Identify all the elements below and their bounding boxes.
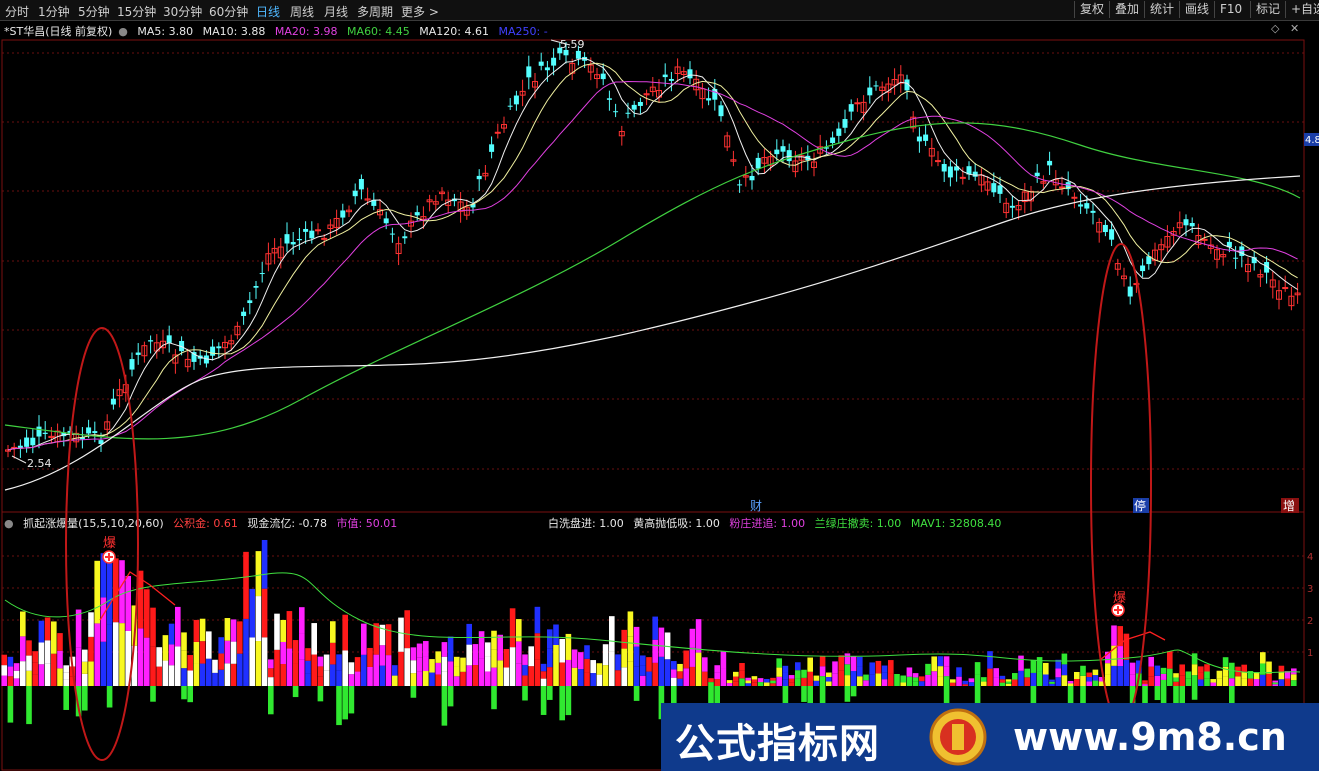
watermark-title: 公式指标网 <box>675 721 880 767</box>
adjust-button[interactable]: 复权 <box>1074 1 1109 18</box>
stats-button[interactable]: 统计 <box>1144 1 1179 18</box>
axis-label-2: 2 <box>1307 616 1313 627</box>
candlestick-series <box>5 41 1301 459</box>
current-price-tag <box>1304 133 1319 146</box>
annotations: 5.59 2.54 4.8 财 停 增 4 3 2 1 爆 爆 <box>11 38 1319 761</box>
market-cap-label: 市值: 50.01 <box>336 517 398 530</box>
ma10-label: MA10: 3.88 <box>202 25 266 38</box>
ma250-label: MA250: - <box>498 25 548 38</box>
ma120-label: MA120: 4.61 <box>419 25 489 38</box>
current-price-text: 4.8 <box>1305 135 1319 146</box>
yellow-swing-label: 黄高抛低吸: 1.00 <box>633 517 720 530</box>
more-menu-button[interactable]: 更多 > <box>401 3 439 20</box>
highlight-ellipse-right <box>1090 243 1152 725</box>
moving-average-lines <box>4 57 1301 491</box>
chart-canvas: 5.59 2.54 4.8 财 停 增 4 3 2 1 爆 爆 <box>1 38 1319 771</box>
period-tab-5min[interactable]: 5分钟 <box>78 3 110 20</box>
ma20-label: MA20: 3.98 <box>274 25 338 38</box>
suspend-marker: 停 <box>1134 498 1146 513</box>
mark-button[interactable]: 标记 <box>1250 1 1285 18</box>
period-tab-60min[interactable]: 60分钟 <box>209 3 248 20</box>
ma60-label: MA60: 4.45 <box>347 25 410 38</box>
burst-label-left: 爆 <box>103 536 116 551</box>
indicator-bars <box>1 539 1301 726</box>
period-toolbar: 分时 1分钟 5分钟 15分钟 30分钟 60分钟 日线 周线 月线 多周期 更… <box>0 0 1319 21</box>
grid <box>1 39 1305 771</box>
period-tab-daily[interactable]: 日线 <box>256 3 280 20</box>
coin-logo-icon <box>929 708 987 766</box>
reserve-fund-label: 公积金: 0.61 <box>173 517 238 530</box>
period-tab-fenshi[interactable]: 分时 <box>5 3 29 20</box>
main-chart-legend: *ST华昌(日线 前复权) ● MA5: 3.80 MA10: 3.88 MA20… <box>4 23 554 39</box>
stock-title[interactable]: *ST华昌(日线 前复权) <box>4 25 112 38</box>
period-tab-monthly[interactable]: 月线 <box>324 3 348 20</box>
pink-dealer-label: 粉庄进追: 1.00 <box>729 517 806 530</box>
mav1-label: MAV1: 32808.40 <box>910 517 1002 530</box>
sub-chart-legend: ● 抓起涨爆量(15,5,10,20,60) 公积金: 0.61 现金流亿: -… <box>4 515 403 531</box>
period-tab-1min[interactable]: 1分钟 <box>38 3 70 20</box>
green-dealer-label: 兰绿庄撤卖: 1.00 <box>814 517 902 530</box>
white-wash-label: 白洗盘进: 1.00 <box>548 517 624 530</box>
sub-chart-signals: 白洗盘进: 1.00 黄高抛低吸: 1.00 粉庄进追: 1.00 兰绿庄撤卖:… <box>548 515 1007 531</box>
period-tab-30min[interactable]: 30分钟 <box>163 3 202 20</box>
finance-marker: 财 <box>750 499 762 513</box>
close-icon[interactable]: ✕ <box>1290 22 1299 35</box>
increase-marker: 增 <box>1283 499 1295 513</box>
period-tab-15min[interactable]: 15分钟 <box>117 3 156 20</box>
axis-label-3: 3 <box>1307 584 1313 595</box>
burst-label-right: 爆 <box>1113 591 1126 606</box>
overlay-button[interactable]: 叠加 <box>1109 1 1144 18</box>
draw-button[interactable]: 画线 <box>1179 1 1214 18</box>
axis-label-4: 4 <box>1307 552 1313 563</box>
plus-circle-icon <box>102 550 116 564</box>
axis-label-1: 1 <box>1307 648 1313 659</box>
highlight-ellipse-left <box>65 327 139 761</box>
diamond-icon[interactable]: ◇ <box>1271 22 1279 35</box>
settings-circle-icon[interactable]: ● <box>4 517 14 530</box>
watermark-banner: 公式指标网 www.9m8.cn <box>661 703 1319 771</box>
plus-circle-icon <box>1111 603 1125 617</box>
period-tab-weekly[interactable]: 周线 <box>290 3 314 20</box>
indicator-title[interactable]: 抓起涨爆量(15,5,10,20,60) <box>23 517 164 530</box>
add-watchlist-button[interactable]: +自选 <box>1285 1 1319 18</box>
high-price-label: 5.59 <box>560 38 585 51</box>
settings-circle-icon[interactable]: ● <box>118 25 128 38</box>
watermark-url: www.9m8.cn <box>1013 715 1287 759</box>
low-price-label: 2.54 <box>27 457 52 470</box>
cashflow-label: 现金流亿: -0.78 <box>247 517 328 530</box>
f10-button[interactable]: F10 <box>1214 1 1247 18</box>
period-tab-multi[interactable]: 多周期 <box>357 3 393 20</box>
ma5-label: MA5: 3.80 <box>137 25 194 38</box>
